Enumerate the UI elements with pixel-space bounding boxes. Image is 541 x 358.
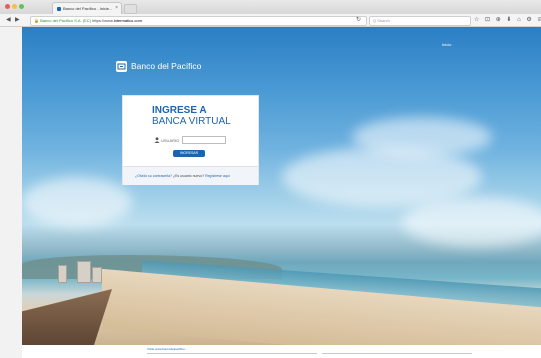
brand-logo[interactable]: Banco del Pacífico (116, 60, 201, 72)
new-user-label: ¿Es usuario nuevo? (172, 174, 205, 178)
tab-title: Banco del Pacífico - Inicie... (63, 6, 113, 11)
register-link[interactable]: Regístrese aquí (205, 174, 230, 178)
reload-icon[interactable]: ↻ (356, 15, 361, 25)
tab-close-icon[interactable]: × (115, 5, 118, 11)
building (92, 267, 102, 283)
browser-tab-bar: Banco del Pacífico - Inicie... × (0, 0, 541, 15)
building (77, 261, 91, 283)
login-footer: ¿Olvidó su contraseña? ¿Es usuario nuevo… (123, 166, 258, 185)
footer-text-line (147, 353, 317, 354)
cloud (402, 197, 541, 247)
lock-icon: 🔒 (34, 18, 39, 23)
username-label: USUARIO (161, 138, 180, 143)
cloud (352, 117, 492, 157)
user-icon (154, 137, 160, 143)
bank-logo-icon (116, 60, 127, 72)
toolbar-icons[interactable]: ☆ ⊡ ⊕ ⬇ ⌂ ⚙ ≡ (474, 15, 541, 25)
back-icon[interactable]: ◀ (6, 15, 11, 25)
login-title-line1: INGRESE A (152, 105, 207, 116)
url-host: intermatico.com (113, 18, 142, 23)
brand-name: Banco del Pacífico (131, 61, 202, 71)
new-tab-button[interactable] (124, 4, 137, 14)
url-prefix: https://www. (92, 18, 114, 23)
username-input[interactable] (182, 136, 226, 144)
favicon-icon (57, 7, 61, 11)
page-background: Inicio Banco del Pacífico INGRESE A BANC… (22, 27, 541, 345)
footer-heading[interactable]: Visite www.bancodelpacifico... (147, 347, 187, 351)
login-footer-links: ¿Olvidó su contraseña? ¿Es usuario nuevo… (135, 174, 230, 178)
close-window-button[interactable] (5, 4, 10, 9)
certificate-org: Banco del Pacifico S.A. (EC) (40, 18, 92, 23)
login-submit-button[interactable]: INGRESAR (173, 150, 205, 157)
search-input[interactable]: Q Search (369, 16, 471, 26)
browser-toolbar: ◀ ▶ 🔒 Banco del Pacifico S.A. (EC) https… (0, 14, 541, 27)
inicio-link[interactable]: Inicio (442, 42, 451, 47)
login-card: INGRESE A BANCA VIRTUAL USUARIO INGRESAR… (122, 95, 259, 185)
rock-breakwater (22, 289, 112, 345)
forward-icon[interactable]: ▶ (15, 15, 20, 25)
forgot-password-link[interactable]: ¿Olvidó su contraseña? (135, 174, 172, 178)
search-placeholder: Q Search (373, 18, 390, 23)
login-title-line2: BANCA VIRTUAL (152, 116, 231, 127)
cloud (22, 177, 132, 227)
page-footer: Visite www.bancodelpacifico... (22, 345, 541, 358)
minimize-window-button[interactable] (12, 4, 17, 9)
building (58, 265, 67, 283)
maximize-window-button[interactable] (19, 4, 24, 9)
address-bar[interactable]: 🔒 Banco del Pacifico S.A. (EC) https://w… (30, 16, 367, 26)
footer-text-line (322, 353, 472, 354)
